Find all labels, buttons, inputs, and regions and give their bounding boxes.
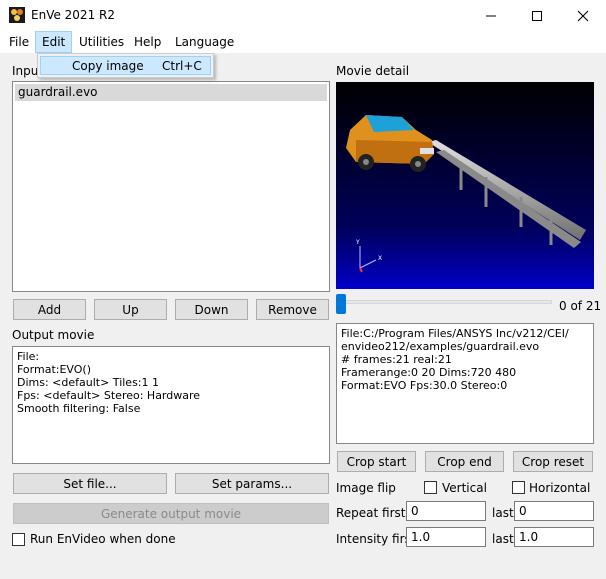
- image-flip-label: Image flip: [336, 481, 396, 495]
- intensity-first-label: Intensity first: [336, 532, 416, 546]
- axis-x-label: X: [378, 255, 382, 262]
- guardrail-scene-image: Y X: [346, 115, 586, 273]
- copy-image-menu-item[interactable]: Copy image Ctrl+C: [40, 56, 211, 75]
- menu-edit[interactable]: Edit: [35, 31, 73, 53]
- repeat-first-input[interactable]: 0: [406, 501, 486, 521]
- input-file-list[interactable]: guardrail.evo: [12, 81, 330, 292]
- generate-output-movie-button[interactable]: Generate output movie: [13, 503, 329, 524]
- close-button[interactable]: [560, 0, 606, 31]
- output-movie-info: File: Format:EVO() Dims: <default> Tiles…: [12, 346, 330, 464]
- set-params-button[interactable]: Set params...: [175, 473, 329, 494]
- repeat-last-label: last: [492, 506, 514, 520]
- crop-start-button[interactable]: Crop start: [337, 451, 416, 472]
- horizontal-flip-label: Horizontal: [529, 481, 591, 495]
- movie-preview: Y X: [336, 82, 594, 289]
- app-icon: [9, 7, 25, 23]
- down-button[interactable]: Down: [175, 299, 248, 320]
- crop-end-button[interactable]: Crop end: [425, 451, 504, 472]
- intensity-first-input[interactable]: 1.0: [406, 527, 486, 547]
- repeat-first-label: Repeat first: [336, 506, 406, 520]
- vertical-flip-label: Vertical: [442, 481, 487, 495]
- minimize-icon: [486, 15, 496, 16]
- intensity-last-label: last: [492, 532, 514, 546]
- edit-dropdown-menu: Copy image Ctrl+C: [37, 53, 214, 78]
- movie-detail-label: Movie detail: [336, 64, 410, 78]
- set-file-button[interactable]: Set file...: [13, 473, 167, 494]
- movie-info: File:C:/Program Files/ANSYS Inc/v212/CEI…: [336, 323, 594, 444]
- menu-file[interactable]: File: [3, 31, 35, 53]
- close-icon: [577, 10, 589, 21]
- crop-reset-button[interactable]: Crop reset: [513, 451, 593, 472]
- horizontal-flip-checkbox[interactable]: [512, 481, 525, 494]
- intensity-last-input[interactable]: 1.0: [514, 527, 594, 547]
- axis-y-label: Y: [355, 239, 360, 246]
- copy-image-label: Copy image: [72, 59, 144, 73]
- minimize-button[interactable]: [468, 0, 514, 31]
- frame-slider-track[interactable]: [340, 300, 552, 304]
- run-envideo-label: Run EnVideo when done: [30, 532, 176, 546]
- up-button[interactable]: Up: [94, 299, 167, 320]
- frame-slider-handle[interactable]: [336, 294, 346, 314]
- maximize-button[interactable]: [514, 0, 560, 31]
- add-button[interactable]: Add: [13, 299, 86, 320]
- frame-counter: 0 of 21: [559, 299, 602, 313]
- list-item[interactable]: guardrail.evo: [15, 84, 327, 101]
- vertical-flip-checkbox[interactable]: [424, 481, 437, 494]
- remove-button[interactable]: Remove: [256, 299, 329, 320]
- window-title: EnVe 2021 R2: [31, 8, 115, 22]
- run-envideo-checkbox[interactable]: [12, 533, 25, 546]
- copy-image-shortcut: Ctrl+C: [162, 59, 202, 73]
- output-movie-label: Output movie: [12, 328, 95, 342]
- menu-utilities[interactable]: Utilities: [73, 31, 130, 53]
- repeat-last-input[interactable]: 0: [514, 501, 594, 521]
- menu-language[interactable]: Language: [169, 31, 240, 53]
- maximize-icon: [532, 10, 542, 21]
- menu-help[interactable]: Help: [128, 31, 167, 53]
